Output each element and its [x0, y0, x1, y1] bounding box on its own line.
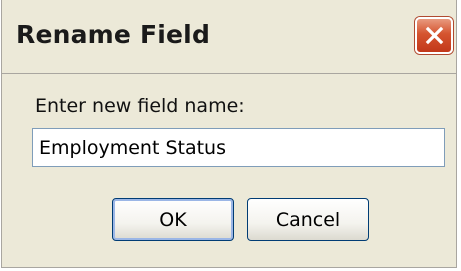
- ok-button[interactable]: OK: [112, 198, 234, 241]
- field-name-label: Enter new field name:: [35, 95, 245, 117]
- cancel-button[interactable]: Cancel: [247, 198, 369, 241]
- title-bar[interactable]: Rename Field: [2, 0, 456, 73]
- field-name-input[interactable]: [32, 128, 445, 167]
- close-button[interactable]: [415, 17, 453, 54]
- dialog-title: Rename Field: [16, 20, 211, 49]
- close-icon: [425, 26, 444, 45]
- title-divider: [2, 73, 456, 74]
- rename-field-dialog: Rename Field Enter new field name: OK Ca…: [1, 0, 457, 268]
